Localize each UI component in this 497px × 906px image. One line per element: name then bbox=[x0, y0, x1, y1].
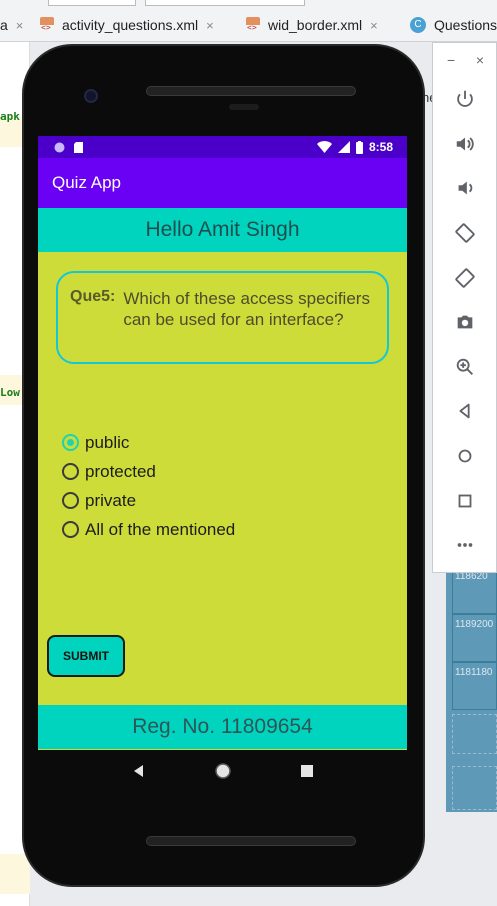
volume-down-button[interactable] bbox=[433, 166, 496, 211]
status-time: 8:58 bbox=[368, 140, 393, 154]
rotate-left-button[interactable] bbox=[433, 211, 496, 256]
registration-text: Reg. No. 11809654 bbox=[132, 715, 313, 738]
battery-icon bbox=[355, 140, 363, 154]
class-icon: C bbox=[410, 17, 426, 33]
home-icon bbox=[458, 449, 471, 463]
back-button[interactable] bbox=[433, 389, 496, 434]
volume-down-icon bbox=[458, 182, 472, 195]
speaker-grille bbox=[146, 836, 356, 846]
notification-dot-icon bbox=[54, 142, 65, 152]
layout-cell[interactable]: 1181180 bbox=[452, 662, 497, 710]
volume-up-icon bbox=[456, 137, 474, 151]
layout-placeholder bbox=[452, 766, 497, 810]
status-bar: 8:58 bbox=[38, 136, 407, 158]
signal-icon bbox=[337, 141, 350, 153]
greeting-banner: Hello Amit Singh bbox=[38, 208, 407, 252]
answer-options: public protected private All of the ment… bbox=[62, 428, 235, 544]
zoom-button[interactable] bbox=[433, 345, 496, 390]
volume-up-button[interactable] bbox=[433, 122, 496, 167]
rotate-right-button[interactable] bbox=[433, 255, 496, 300]
home-button[interactable] bbox=[433, 434, 496, 479]
close-icon[interactable]: × bbox=[206, 18, 214, 33]
submit-button[interactable]: SUBMIT bbox=[47, 635, 125, 677]
registration-banner: Reg. No. 11809654 bbox=[38, 705, 407, 749]
option-private[interactable]: private bbox=[62, 486, 235, 515]
xml-file-icon bbox=[246, 17, 260, 33]
more-icon bbox=[457, 543, 472, 548]
tab-wid-border-xml[interactable]: wid_border.xml × bbox=[246, 10, 378, 40]
app-title: Quiz App bbox=[52, 173, 121, 192]
layout-cell[interactable]: 1189200 bbox=[452, 614, 497, 662]
tab-questions[interactable]: C Questions bbox=[410, 10, 497, 40]
question-card: Que5: Which of these access specifiers c… bbox=[56, 271, 389, 364]
power-button[interactable] bbox=[433, 77, 496, 122]
option-all-of-the-mentioned[interactable]: All of the mentioned bbox=[62, 515, 235, 544]
app-screen: 8:58 Quiz App Hello Amit Singh Que5: Whi… bbox=[38, 136, 407, 750]
rotate-right-icon bbox=[454, 268, 475, 288]
code-fragment: apk bbox=[0, 110, 20, 123]
emulator-toolbar: − × bbox=[432, 42, 497, 573]
radio-button-checked[interactable] bbox=[62, 434, 79, 451]
close-button[interactable]: × bbox=[476, 52, 484, 68]
radio-button[interactable] bbox=[62, 521, 79, 538]
zoom-in-icon bbox=[456, 358, 473, 375]
app-bar: Quiz App bbox=[38, 158, 407, 208]
radio-button[interactable] bbox=[62, 492, 79, 509]
question-number: Que5: bbox=[70, 288, 116, 305]
xml-file-icon bbox=[40, 17, 54, 33]
ide-tab-bar: a × activity_questions.xml × wid_border.… bbox=[0, 0, 497, 42]
option-public[interactable]: public bbox=[62, 428, 235, 457]
radio-button[interactable] bbox=[62, 463, 79, 480]
front-camera bbox=[84, 89, 98, 103]
close-icon[interactable]: × bbox=[16, 18, 24, 33]
code-fragment: Low bbox=[0, 386, 20, 399]
tab-activity-questions-xml[interactable]: activity_questions.xml × bbox=[40, 10, 214, 40]
tab-partial[interactable]: a × bbox=[0, 10, 23, 40]
rotate-left-icon bbox=[454, 223, 475, 243]
overview-button[interactable] bbox=[433, 478, 496, 523]
android-nav-bar bbox=[38, 750, 407, 792]
overview-icon bbox=[458, 494, 471, 508]
more-button[interactable] bbox=[433, 523, 496, 568]
layout-placeholder bbox=[452, 714, 497, 754]
back-icon bbox=[459, 404, 470, 419]
greeting-text: Hello Amit Singh bbox=[145, 218, 300, 241]
question-text: Which of these access specifiers can be … bbox=[123, 289, 370, 329]
minimize-button[interactable]: − bbox=[447, 52, 455, 68]
back-icon[interactable] bbox=[132, 764, 146, 778]
speaker-grille bbox=[146, 86, 356, 96]
home-icon[interactable] bbox=[214, 762, 232, 780]
screenshot-button[interactable] bbox=[433, 300, 496, 345]
power-icon bbox=[456, 91, 473, 108]
sd-card-icon bbox=[74, 141, 83, 153]
close-icon[interactable]: × bbox=[370, 18, 378, 33]
overview-icon[interactable] bbox=[300, 765, 313, 777]
camera-icon bbox=[457, 315, 472, 329]
wifi-icon bbox=[316, 141, 332, 153]
layout-cell[interactable]: 118620 bbox=[452, 566, 497, 614]
option-protected[interactable]: protected bbox=[62, 457, 235, 486]
